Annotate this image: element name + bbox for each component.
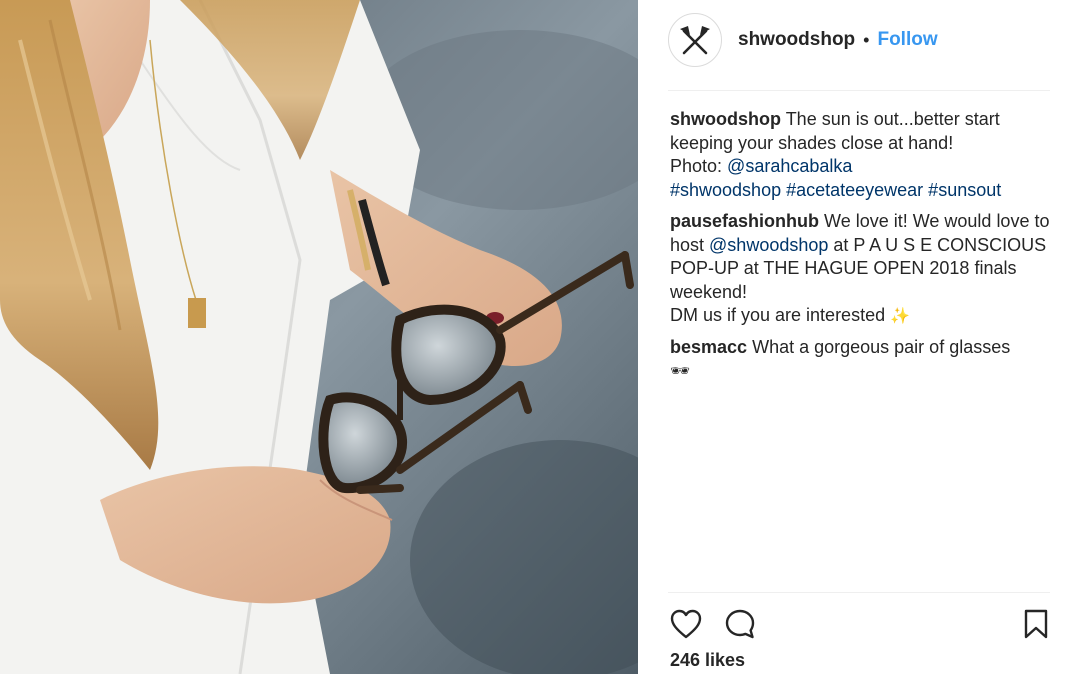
comment-button[interactable] xyxy=(722,606,758,642)
caption-hashtags[interactable]: #shwoodshop #acetateeyewear #sunsout xyxy=(670,180,1001,200)
comment-icon xyxy=(725,609,755,639)
post-actions xyxy=(668,606,1050,642)
save-button[interactable] xyxy=(1018,606,1054,642)
photo-credit-mention[interactable]: @sarahcabalka xyxy=(727,156,852,176)
post-side-panel: shwoodshop • Follow shwoodshop The sun i… xyxy=(638,0,1080,674)
comment-author[interactable]: pausefashionhub xyxy=(670,211,819,231)
header-divider xyxy=(668,90,1050,91)
caption-author[interactable]: shwoodshop xyxy=(670,109,781,129)
separator-dot: • xyxy=(863,29,870,50)
comment-author[interactable]: besmacc xyxy=(670,337,747,357)
crossed-axes-icon xyxy=(680,26,710,55)
sunglasses-emoji: 🕶 xyxy=(670,361,691,380)
actions-divider xyxy=(668,592,1050,593)
bookmark-icon xyxy=(1024,609,1048,639)
comments-list: shwoodshop The sun is out...better start… xyxy=(670,108,1058,391)
profile-avatar[interactable] xyxy=(668,13,722,67)
instagram-post: shwoodshop • Follow shwoodshop The sun i… xyxy=(0,0,1080,674)
likes-count[interactable]: 246 likes xyxy=(670,650,745,671)
post-username[interactable]: shwoodshop xyxy=(738,29,855,51)
heart-icon xyxy=(670,609,702,639)
comment-text: What a gorgeous pair of glasses xyxy=(752,336,1011,357)
comment-mention[interactable]: @shwoodshop xyxy=(709,235,828,255)
comment-item: pausefashionhub We love it! We would lov… xyxy=(670,210,1058,328)
caption-photo-prefix: Photo: xyxy=(670,156,728,176)
post-header: shwoodshop • Follow xyxy=(668,12,938,68)
sparkles-emoji: ✨ xyxy=(890,306,911,325)
post-photo[interactable] xyxy=(0,0,638,674)
like-button[interactable] xyxy=(668,606,704,642)
comment-item: besmacc What a gorgeous pair of glasses … xyxy=(670,336,1058,383)
follow-button[interactable]: Follow xyxy=(877,29,937,51)
caption: shwoodshop The sun is out...better start… xyxy=(670,108,1058,202)
photo-illustration xyxy=(0,0,638,674)
